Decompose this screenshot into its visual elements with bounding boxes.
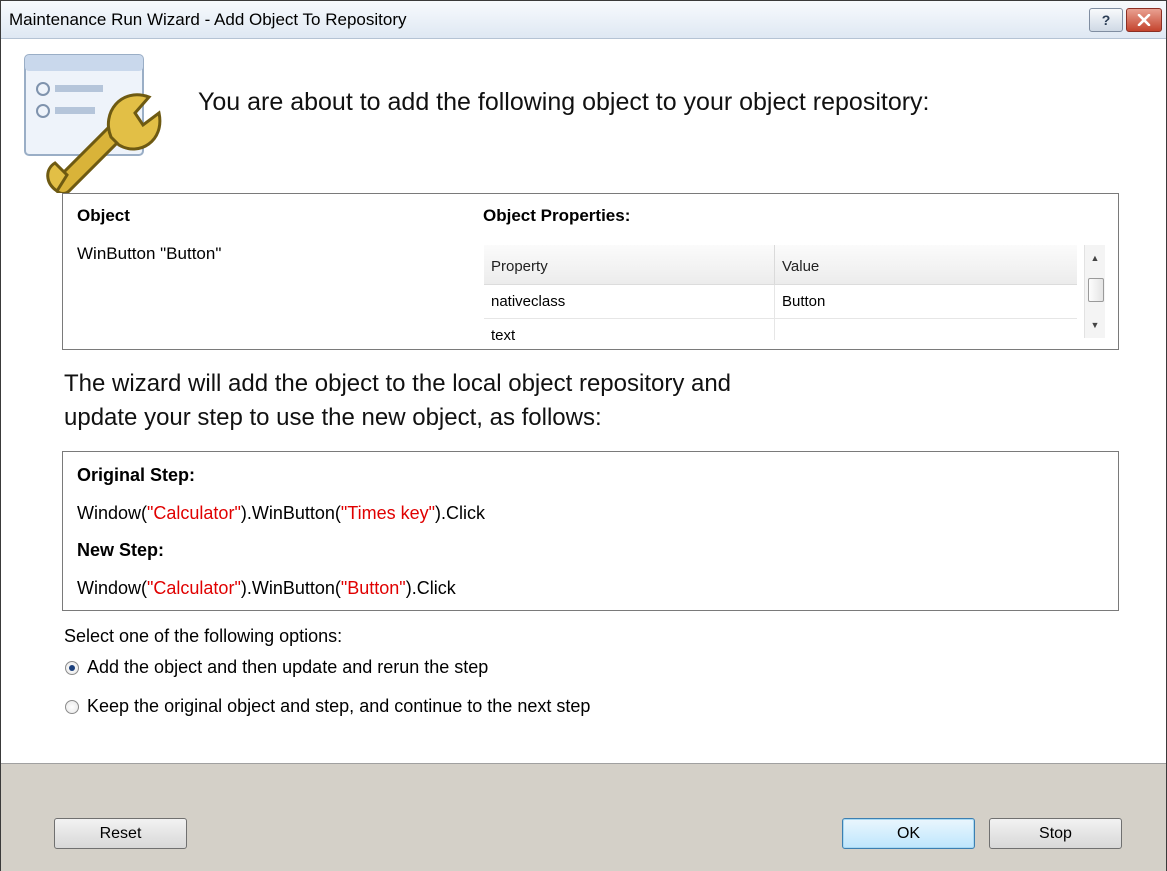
object-panel: Object WinButton "Button" Object Propert… bbox=[62, 193, 1119, 350]
scroll-up-icon[interactable]: ▲ bbox=[1088, 251, 1102, 265]
repository-wrench-icon bbox=[24, 54, 162, 193]
ok-button[interactable]: OK bbox=[842, 818, 975, 849]
help-icon: ? bbox=[1101, 12, 1111, 28]
option-keep-original[interactable]: Keep the original object and step, and c… bbox=[65, 696, 590, 717]
column-header-property[interactable]: Property bbox=[491, 258, 548, 275]
radio-selected-icon[interactable] bbox=[65, 660, 79, 675]
help-button[interactable]: ? bbox=[1089, 8, 1123, 32]
object-value: WinButton "Button" bbox=[77, 244, 222, 263]
table-row[interactable]: nativeclass Button bbox=[484, 285, 1077, 319]
options-prompt: Select one of the following options: bbox=[64, 626, 343, 646]
scroll-down-icon[interactable]: ▼ bbox=[1088, 318, 1102, 332]
option-label[interactable]: Keep the original object and step, and c… bbox=[87, 696, 590, 717]
steps-panel: Original Step: Window("Calculator").WinB… bbox=[62, 451, 1119, 611]
button-argument: "Times key" bbox=[340, 503, 435, 523]
object-properties-label: Object Properties: bbox=[483, 206, 631, 225]
grid-header: Property Value bbox=[484, 245, 1077, 285]
reset-button[interactable]: Reset bbox=[54, 818, 187, 849]
original-step-code: Window("Calculator").WinButton("Times ke… bbox=[77, 503, 485, 523]
option-add-object[interactable]: Add the object and then update and rerun… bbox=[65, 657, 488, 678]
explanation-text: The wizard will add the object to the lo… bbox=[64, 367, 731, 435]
explanation-line-1: The wizard will add the object to the lo… bbox=[64, 370, 732, 397]
property-cell: text bbox=[491, 327, 516, 340]
radio-unselected-icon[interactable] bbox=[65, 699, 79, 714]
column-header-value[interactable]: Value bbox=[782, 258, 819, 275]
title-bar: Maintenance Run Wizard - Add Object To R… bbox=[1, 1, 1166, 39]
button-bar: Reset OK Stop bbox=[1, 763, 1166, 871]
new-step-code: Window("Calculator").WinButton("Button")… bbox=[77, 578, 456, 598]
window-title: Maintenance Run Wizard - Add Object To R… bbox=[9, 10, 407, 29]
object-label: Object bbox=[77, 206, 130, 225]
explanation-line-2: update your step to use the new object, … bbox=[64, 404, 602, 431]
window-argument: "Calculator" bbox=[147, 503, 241, 523]
option-label[interactable]: Add the object and then update and rerun… bbox=[87, 657, 488, 678]
property-cell: nativeclass bbox=[491, 293, 566, 310]
new-step-label: New Step: bbox=[77, 540, 165, 560]
button-argument: "Button" bbox=[340, 578, 406, 598]
stop-button[interactable]: Stop bbox=[989, 818, 1122, 849]
value-cell: Button bbox=[782, 293, 826, 310]
wizard-dialog: Maintenance Run Wizard - Add Object To R… bbox=[0, 0, 1167, 871]
window-argument: "Calculator" bbox=[147, 578, 241, 598]
close-button[interactable] bbox=[1126, 8, 1162, 32]
grid-scrollbar[interactable]: ▲ ▼ bbox=[1084, 245, 1105, 338]
close-icon bbox=[1137, 14, 1151, 26]
table-row[interactable]: text bbox=[484, 319, 1077, 340]
properties-grid[interactable]: Property Value nativeclass Button text bbox=[484, 245, 1077, 340]
scroll-thumb[interactable] bbox=[1088, 278, 1104, 302]
original-step-label: Original Step: bbox=[77, 465, 196, 485]
intro-text: You are about to add the following objec… bbox=[198, 88, 930, 116]
